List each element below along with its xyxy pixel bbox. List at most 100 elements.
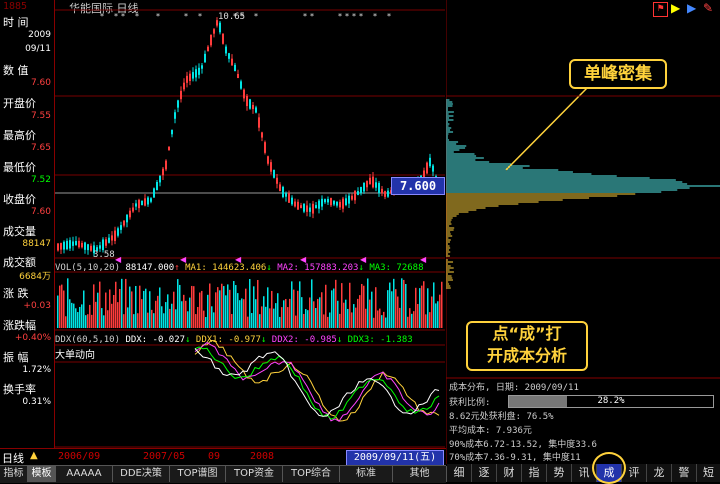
event-marker: *	[100, 12, 104, 21]
volume-bar	[239, 300, 241, 328]
volume-bar	[337, 300, 339, 328]
volume-bar	[419, 288, 421, 328]
candle-body	[354, 191, 356, 201]
period-arrow-icon[interactable]: ▲	[30, 450, 38, 461]
rtab-short[interactable]: 短	[697, 464, 720, 482]
candle-body	[105, 239, 107, 246]
tab-top-funds[interactable]: TOP资金	[226, 466, 283, 482]
chart-canvas[interactable]: * * * * * * * * * * * * * * * * * *◀ ◀ ◀ ◀ ◀ ◀	[55, 0, 445, 448]
volume-bar	[165, 302, 167, 328]
volume-bar	[403, 279, 405, 328]
candle-body	[69, 240, 71, 249]
candle-body	[207, 46, 209, 52]
forward-icon[interactable]: ▶	[687, 2, 700, 15]
volume-bar	[71, 302, 73, 328]
label-turnover: 换手率	[3, 383, 36, 396]
rtab-tick[interactable]: 逐	[472, 464, 497, 482]
volume-bar	[157, 295, 159, 328]
flag-icon[interactable]: ⚑	[653, 2, 668, 17]
volume-bar	[125, 278, 127, 328]
tab-template[interactable]: 模板	[28, 466, 56, 482]
volume-bar	[215, 292, 217, 328]
volume-bar	[61, 284, 63, 328]
volume-bar	[73, 303, 75, 328]
volume-bar	[219, 290, 221, 328]
tab-top-chart[interactable]: TOP谱图	[170, 466, 226, 482]
volume-bar	[91, 314, 93, 328]
candle-body	[321, 198, 323, 207]
volume-bar	[387, 290, 389, 328]
value-open: 7.55	[30, 111, 51, 121]
volume-bar	[249, 279, 251, 328]
volume-bar	[341, 283, 343, 328]
candle-body	[318, 200, 320, 209]
candle-body	[381, 188, 383, 194]
volume-bar	[187, 311, 189, 328]
period-label[interactable]: 日线	[2, 450, 24, 466]
volume-bar	[267, 287, 269, 328]
rtab-dragon[interactable]: 龙	[647, 464, 672, 482]
tab-aaaaa[interactable]: AAAAA	[56, 466, 113, 482]
volume-bar	[181, 301, 183, 328]
cost-90-line: 90%成本6.72-13.52, 集中度33.6	[449, 440, 597, 450]
volume-bar	[395, 289, 397, 328]
rtab-finance[interactable]: 财	[497, 464, 522, 482]
volume-bar	[415, 287, 417, 328]
candle-body	[258, 117, 260, 128]
candle-body	[195, 69, 197, 78]
event-marker: *	[359, 12, 363, 21]
label-amount: 成交额	[3, 256, 36, 269]
volume-bar	[307, 310, 309, 328]
volume-bar	[393, 278, 395, 328]
event-marker: *	[198, 12, 202, 21]
candle-body	[249, 99, 251, 109]
candle-body	[66, 240, 68, 250]
rtab-index[interactable]: 指	[522, 464, 547, 482]
cost-tab-highlight-circle	[592, 452, 626, 484]
candle-body	[183, 82, 185, 90]
marker-icon[interactable]: ✎	[703, 2, 716, 15]
volume-bar	[321, 292, 323, 328]
volume-bar	[411, 313, 413, 328]
tab-top-overall[interactable]: TOP综合	[283, 466, 340, 482]
rtab-detail[interactable]: 细	[447, 464, 472, 482]
play-icon[interactable]: ▶	[671, 2, 684, 15]
low-price-label: 3.58	[93, 250, 115, 260]
volume-bar	[95, 301, 97, 328]
candle-body	[57, 243, 59, 251]
candle-body	[315, 205, 317, 209]
candle-body	[228, 53, 230, 59]
volume-bar	[359, 295, 361, 328]
volume-bar	[251, 313, 253, 328]
rtab-trend[interactable]: 势	[547, 464, 572, 482]
volume-bar	[137, 313, 139, 328]
vol-name: VOL(5,10,20)	[55, 263, 121, 273]
candle-body	[165, 160, 167, 170]
label-time: 时 间	[3, 16, 29, 29]
volume-bar	[191, 285, 193, 328]
current-date-tag: 2009/09/11(五)	[346, 450, 444, 466]
volume-bar	[203, 310, 205, 328]
tab-standard[interactable]: 标准	[340, 466, 393, 482]
kline-chart-area[interactable]: 华能国际 日线 * * * * * * * * * * * * * * * * * * ◀ ◀ ◀ ◀ ◀ ◀ 10.65 3…	[55, 0, 445, 464]
volume-bar	[233, 281, 235, 328]
candle-body	[144, 198, 146, 206]
candle-body	[288, 193, 290, 203]
volume-bar	[59, 285, 61, 328]
volume-bar	[435, 303, 437, 328]
volume-bar	[421, 285, 423, 328]
event-marker: *	[121, 12, 125, 21]
label-change: 涨 跌	[3, 287, 29, 300]
volume-bar	[171, 303, 173, 328]
tab-other[interactable]: 其他	[393, 466, 447, 482]
volume-bar	[77, 312, 79, 328]
rtab-alert[interactable]: 警	[672, 464, 697, 482]
tab-indicator[interactable]: 指标	[0, 466, 28, 482]
candle-body	[63, 241, 65, 250]
timeline-date-3: 09	[208, 451, 221, 462]
volume-bar	[425, 314, 427, 328]
candle-body	[225, 46, 227, 54]
candle-body	[339, 201, 341, 208]
volume-bar	[127, 307, 129, 328]
tab-dde-decision[interactable]: DDE决策	[113, 466, 170, 482]
